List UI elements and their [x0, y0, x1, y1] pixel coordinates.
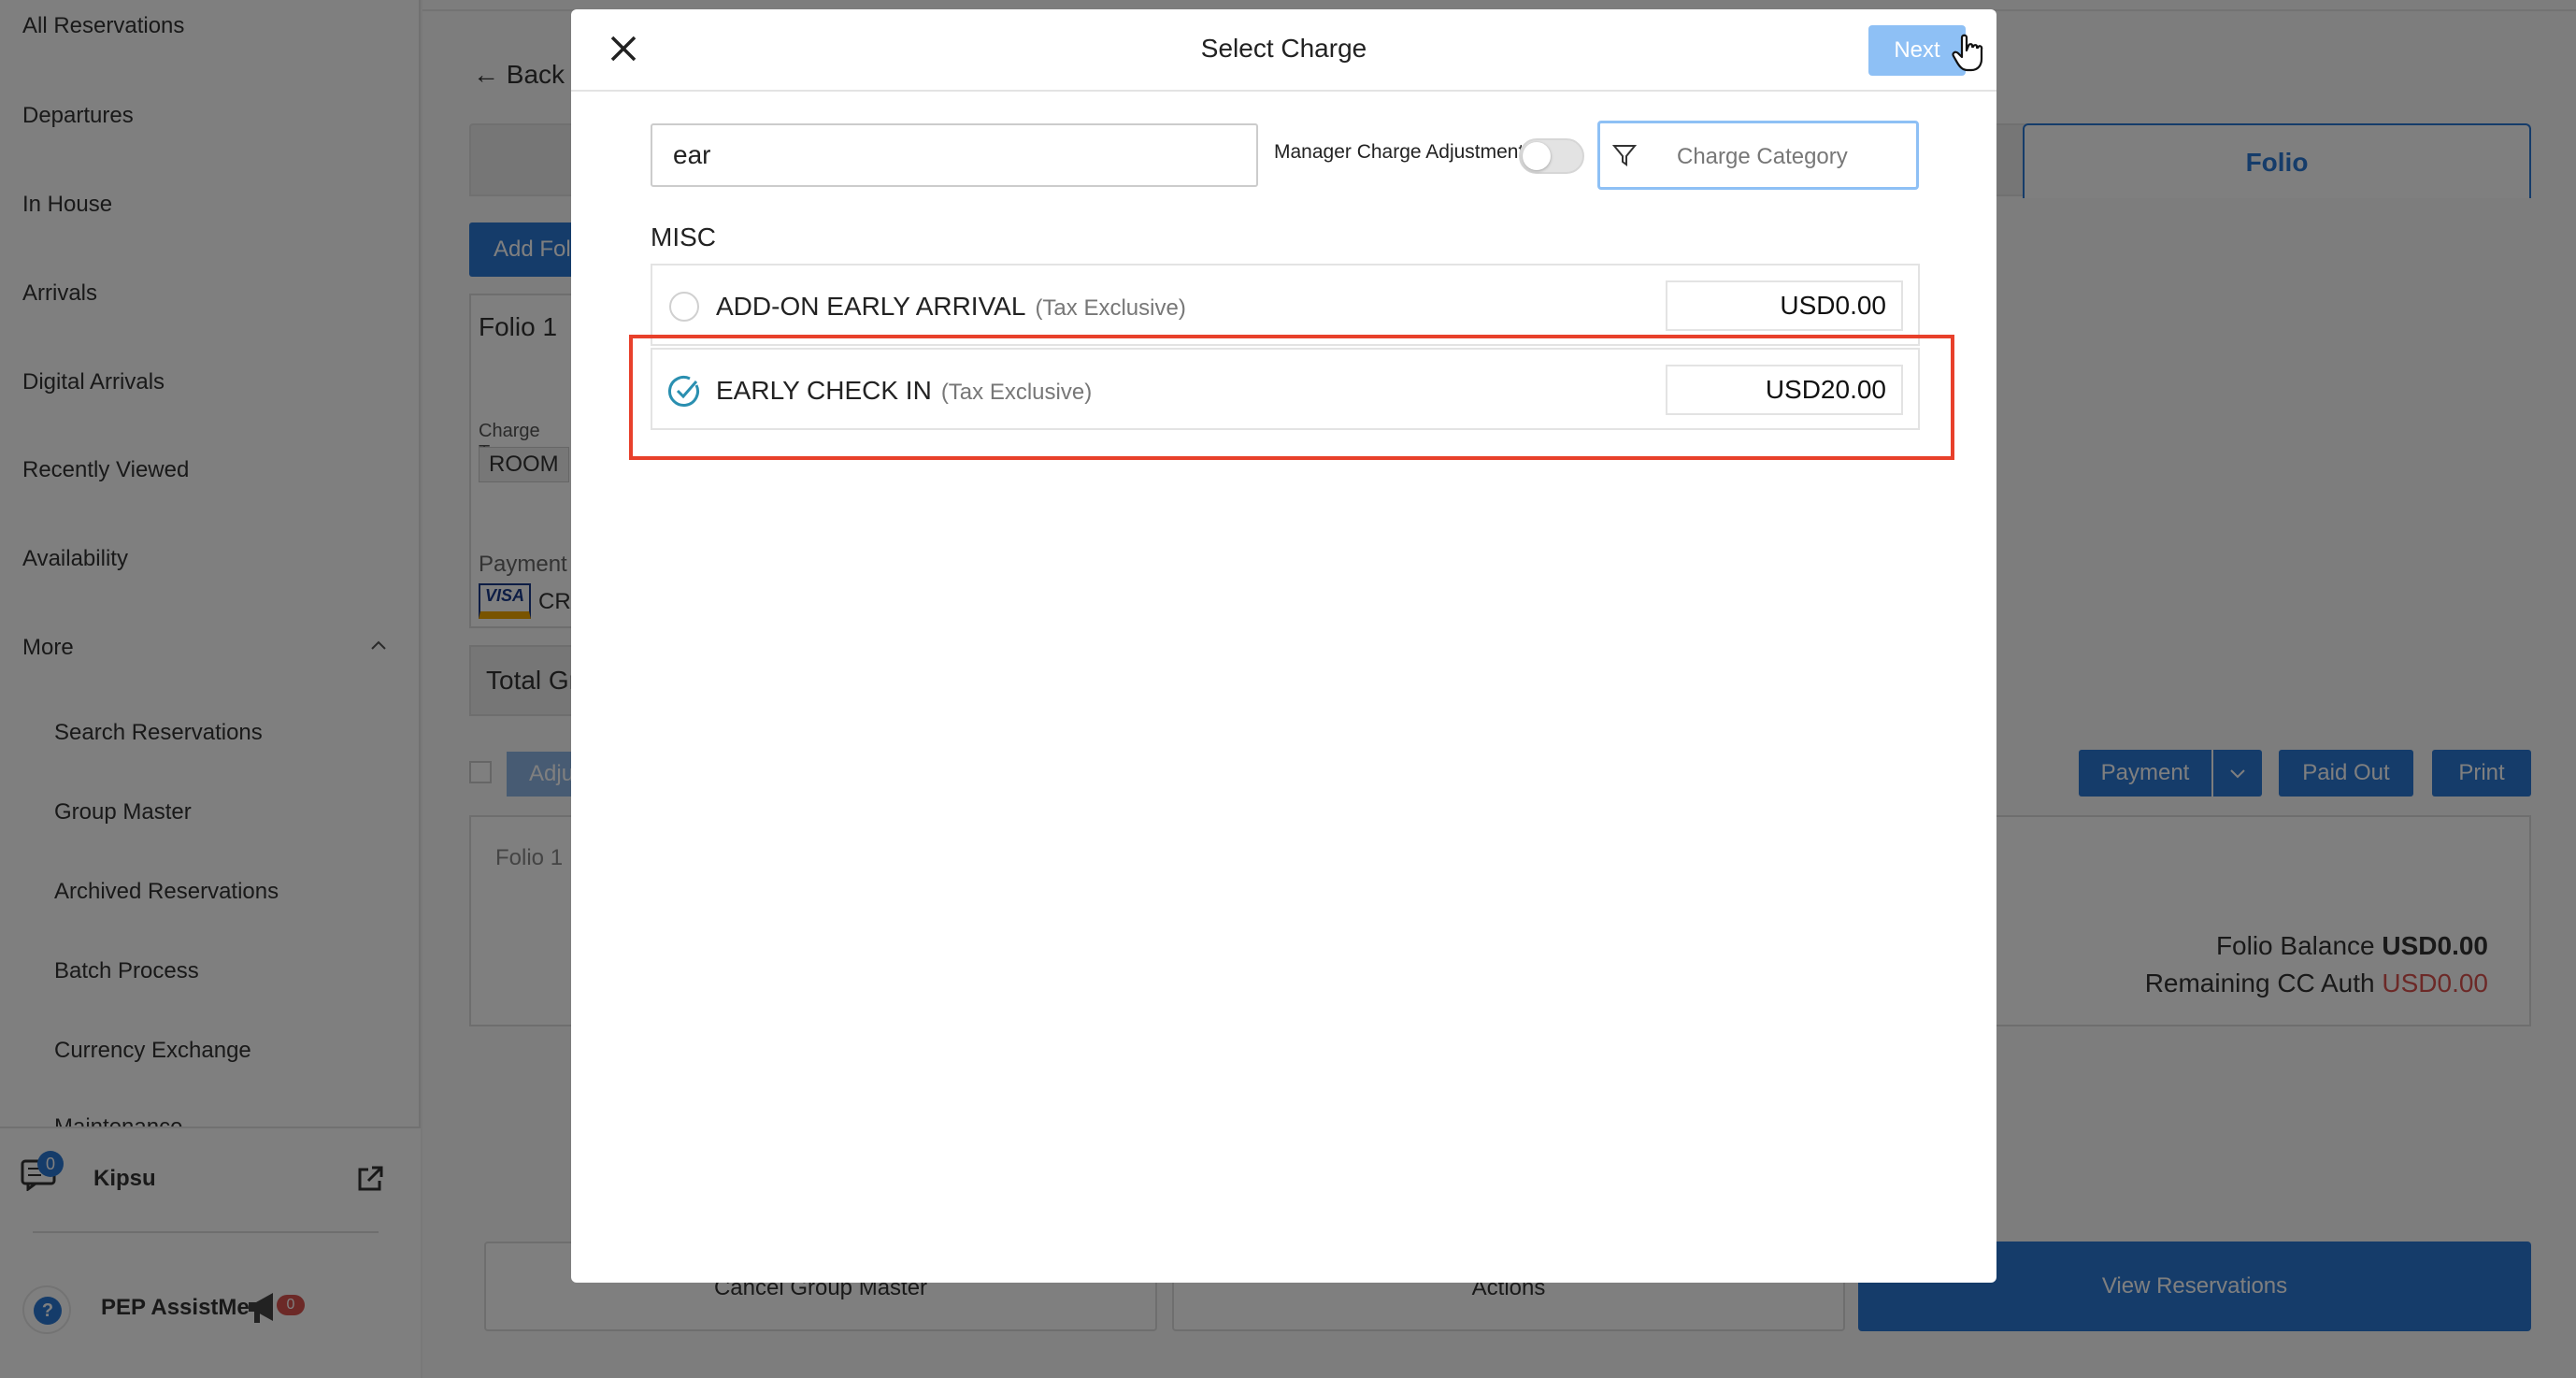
manager-adjustment-toggle[interactable] [1519, 138, 1584, 174]
highlight-annotation [629, 335, 1954, 460]
filter-icon [1611, 145, 1638, 166]
modal-header: Select Charge Next [571, 9, 1996, 92]
section-label: MISC [651, 222, 716, 251]
search-input[interactable] [651, 123, 1258, 187]
hand-pointer-icon [1952, 34, 1983, 72]
charge-row[interactable]: ADD-ON EARLY ARRIVAL (Tax Exclusive) USD0… [651, 264, 1920, 346]
close-icon[interactable] [608, 34, 638, 64]
select-charge-modal: Select Charge Next Manager Charge Adjust… [571, 9, 1996, 1283]
charge-name-label: ADD-ON EARLY ARRIVAL (Tax Exclusive) [716, 292, 1186, 322]
manager-adjustment-label: Manager Charge Adjustment [1274, 141, 1524, 163]
charge-amount[interactable]: USD0.00 [1666, 280, 1903, 331]
toggle-knob [1523, 142, 1551, 170]
modal-title: Select Charge [1200, 34, 1367, 63]
charge-category-placeholder: Charge Category [1677, 144, 1848, 169]
charge-category-filter[interactable]: Charge Category [1597, 121, 1919, 190]
radio-unselected-icon[interactable] [667, 290, 701, 323]
charge-name: ADD-ON EARLY ARRIVAL [716, 292, 1026, 321]
charge-tax-label: (Tax Exclusive) [1035, 295, 1186, 321]
